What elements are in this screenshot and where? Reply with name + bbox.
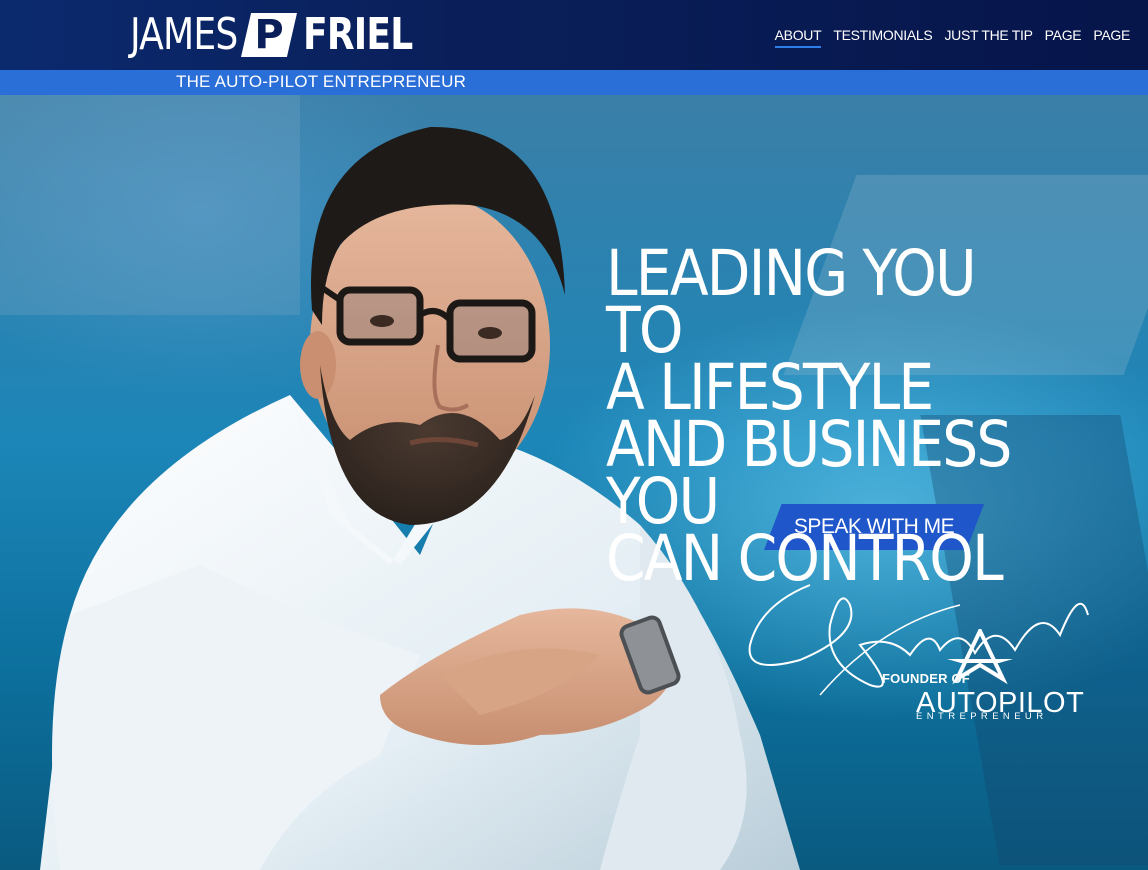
nav-page-2[interactable]: PAGE [1093,27,1130,48]
site-logo[interactable]: JAMES P FRIEL [130,10,436,60]
site-header: JAMES P FRIEL ABOUT TESTIMONIALS JUST TH… [0,0,1148,70]
hero-section: LEADING YOU TO A LIFESTYLE AND BUSINESS … [0,95,1148,870]
nav-about[interactable]: ABOUT [774,27,822,48]
main-nav: ABOUT TESTIMONIALS JUST THE TIP PAGE PAG… [774,27,1130,48]
autopilot-brand-sub: ENTREPRENEUR [916,711,1048,722]
tagline-bar: THE AUTO-PILOT ENTREPRENEUR [0,70,1148,95]
hero-headline: LEADING YOU TO A LIFESTYLE AND BUSINESS … [606,242,1056,590]
logo-last-name: FRIEL [303,9,413,60]
logo-initial-badge: P [241,13,297,57]
nav-testimonials[interactable]: TESTIMONIALS [833,27,932,48]
nav-just-the-tip[interactable]: JUST THE TIP [944,27,1033,48]
site-tagline: THE AUTO-PILOT ENTREPRENEUR [176,72,467,91]
nav-page-1[interactable]: PAGE [1045,27,1082,48]
logo-initial: P [254,12,284,58]
autopilot-logo-icon [947,629,1013,685]
logo-first-name: JAMES [130,9,238,60]
